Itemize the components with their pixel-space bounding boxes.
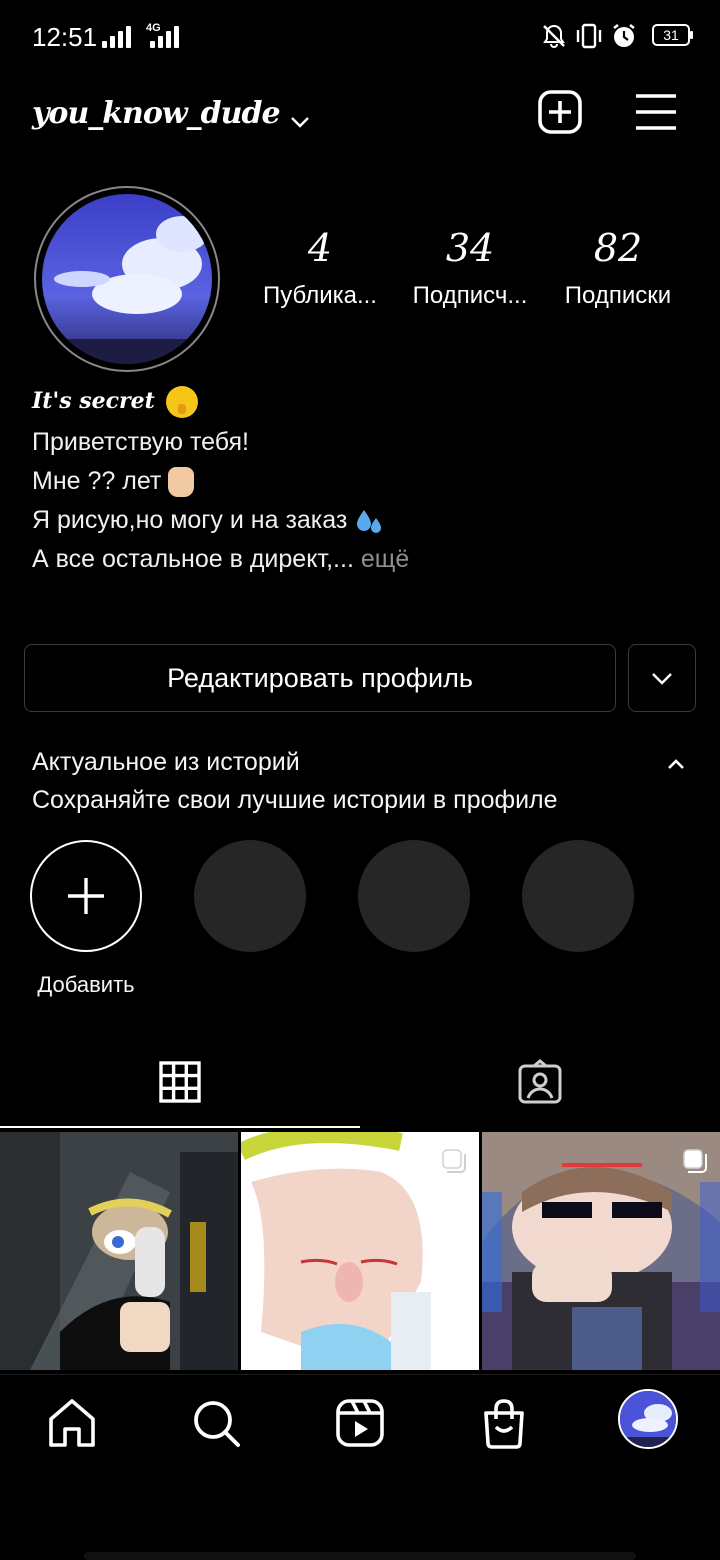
carousel-icon [683, 1149, 707, 1173]
suggestions-dropdown-button[interactable] [628, 644, 696, 712]
tab-grid[interactable] [0, 1040, 360, 1128]
home-indicator [84, 1552, 636, 1560]
signal-icon [102, 26, 132, 48]
highlights-subtitle: Сохраняйте свои лучшие истории в профиле [32, 786, 558, 814]
highlight-placeholder [358, 840, 470, 952]
profile-avatar[interactable] [34, 186, 220, 372]
bio-name: It's secret [32, 386, 199, 418]
bio-text: Мне ?? лет [32, 467, 162, 495]
bio-line: А все остальное в директ,... ещё [32, 545, 409, 574]
stat-following[interactable]: 82 Подписки [548, 226, 688, 310]
avatar-image [42, 194, 212, 364]
signal-icon [150, 26, 180, 48]
stat-following-count: 82 [593, 226, 643, 270]
username[interactable]: you_know_dude [32, 96, 281, 131]
post-thumbnail[interactable] [482, 1132, 720, 1370]
stat-posts[interactable]: 4 Публика... [250, 226, 390, 310]
sweat-drops-emoji-icon [357, 510, 382, 534]
mute-icon [543, 24, 565, 49]
profile-avatar[interactable] [618, 1389, 678, 1449]
stat-posts-count: 4 [307, 226, 333, 270]
tagged-icon [518, 1059, 562, 1104]
bio-line: Приветствую тебя! [32, 428, 249, 457]
raised-hand-emoji-icon [168, 467, 195, 498]
add-highlight-label: Добавить [37, 972, 135, 997]
stat-following-label: Подписки [564, 282, 672, 309]
status-time: 12:51 [32, 22, 98, 52]
chevron-down-icon [652, 673, 672, 685]
post-thumbnail[interactable] [0, 1132, 238, 1370]
stat-followers-label: Подписч... [412, 282, 528, 309]
bio-text: Я рисую,но могу и на заказ [32, 506, 348, 534]
active-tab-indicator [0, 1126, 360, 1128]
stat-followers-count: 34 [445, 226, 495, 270]
battery-icon: 31 [652, 24, 693, 46]
vibrate-icon [576, 23, 602, 49]
plus-icon [68, 878, 104, 914]
menu-icon[interactable] [632, 88, 680, 136]
bio-line: Я рисую,но могу и на заказ [32, 506, 384, 536]
shop-icon[interactable] [474, 1393, 534, 1453]
bio-text: Приветствую тебя! [32, 428, 250, 456]
tab-tagged[interactable] [360, 1040, 720, 1128]
post-thumbnail[interactable] [241, 1132, 479, 1370]
chevron-up-icon[interactable] [662, 750, 690, 778]
stat-posts-label: Публика... [263, 282, 377, 309]
chevron-down-icon[interactable] [288, 110, 312, 134]
status-icons: 31 [540, 22, 693, 50]
bio-line: Мне ?? лет [32, 467, 195, 498]
grid-icon [159, 1061, 201, 1103]
highlights-title: Актуальное из историй [32, 748, 300, 776]
stat-followers[interactable]: 34 Подписч... [400, 226, 540, 310]
highlight-placeholder [522, 840, 634, 952]
new-post-icon[interactable] [536, 88, 584, 136]
bottom-navigation [0, 1374, 720, 1474]
status-bar: 12:51 4G 31 [0, 0, 720, 72]
home-icon[interactable] [42, 1393, 102, 1453]
highlight-placeholder [194, 840, 306, 952]
carousel-icon [442, 1149, 466, 1173]
search-icon[interactable] [186, 1393, 246, 1453]
bio-more-link[interactable]: ещё [361, 545, 409, 573]
bio-text: А все остальное в директ,... [32, 545, 354, 573]
edit-profile-button[interactable]: Редактировать профиль [24, 644, 616, 712]
alarm-icon [613, 24, 635, 47]
shushing-emoji-icon [166, 386, 199, 418]
reels-icon[interactable] [330, 1393, 390, 1453]
bio-name-text: It's secret [32, 388, 155, 414]
add-highlight-button[interactable] [30, 840, 142, 952]
